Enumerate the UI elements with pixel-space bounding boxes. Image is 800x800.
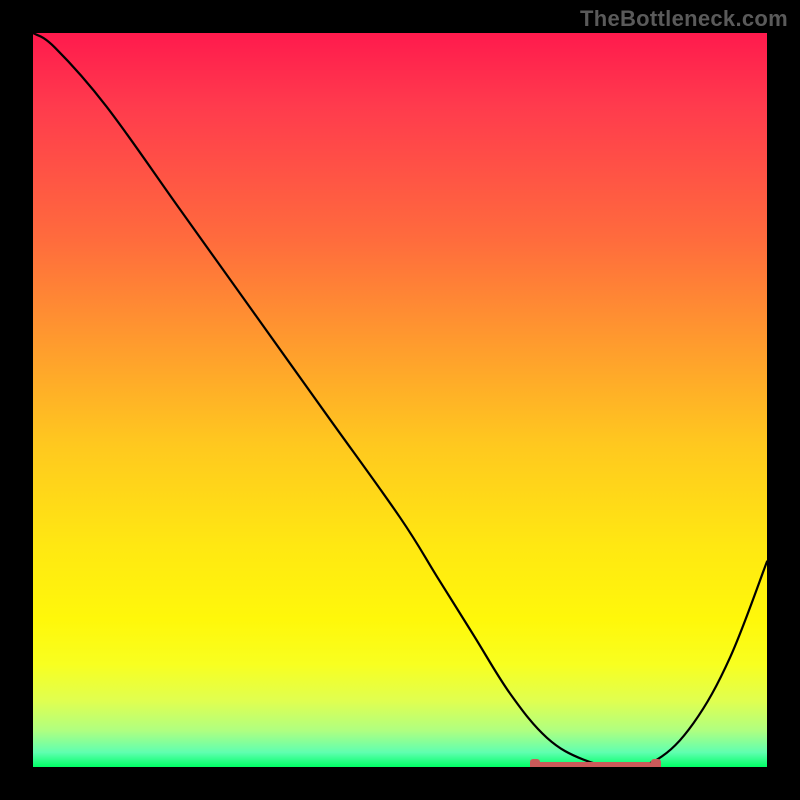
trough-marker-right-icon (651, 759, 661, 767)
plot-area (33, 33, 767, 767)
bottleneck-curve (33, 33, 767, 767)
trough-marker-bar (536, 762, 653, 767)
curve-svg (33, 33, 767, 767)
chart-root: TheBottleneck.com (0, 0, 800, 800)
watermark-text: TheBottleneck.com (580, 6, 788, 32)
